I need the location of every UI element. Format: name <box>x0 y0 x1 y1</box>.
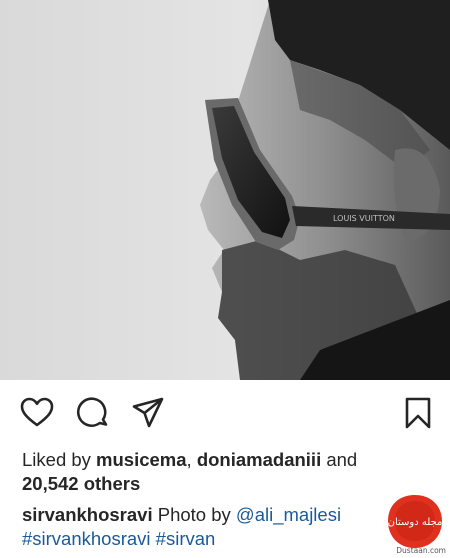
heart-icon[interactable] <box>20 396 54 430</box>
liked-user-link[interactable]: musicema <box>96 449 187 470</box>
likes-summary: Liked by musicema, doniamadaniii and 20,… <box>22 448 442 496</box>
others-count-link[interactable]: 20,542 others <box>22 473 140 494</box>
caption-mention[interactable]: @ali_majlesi <box>236 504 341 525</box>
bookmark-icon[interactable] <box>401 396 435 430</box>
glasses-brand-text: LOUIS VUITTON <box>333 214 395 223</box>
paper-plane-icon[interactable] <box>131 396 165 430</box>
caption-username[interactable]: sirvankhosravi <box>22 504 153 525</box>
post-caption: sirvankhosravi Photo by @ali_majlesi #si… <box>22 503 402 551</box>
hashtag-link[interactable]: #sirvankhosravi <box>22 528 151 549</box>
portrait-image: LOUIS VUITTON <box>0 0 450 380</box>
watermark-logo-text: مجله دوستان <box>388 517 443 528</box>
caption-text: Photo by <box>157 504 231 525</box>
watermark-logo: مجله دوستان <box>384 491 446 553</box>
watermark-site: Dustaan.com <box>396 546 446 555</box>
comment-icon[interactable] <box>76 396 110 430</box>
post-actions-bar <box>0 380 450 442</box>
liked-by-label: Liked by <box>22 449 91 470</box>
liked-separator: , <box>186 449 192 470</box>
post-photo[interactable]: LOUIS VUITTON <box>0 0 450 380</box>
liked-and-label: and <box>326 449 358 470</box>
liked-user-link[interactable]: doniamadaniii <box>197 449 321 470</box>
hashtag-link[interactable]: #sirvan <box>156 528 216 549</box>
